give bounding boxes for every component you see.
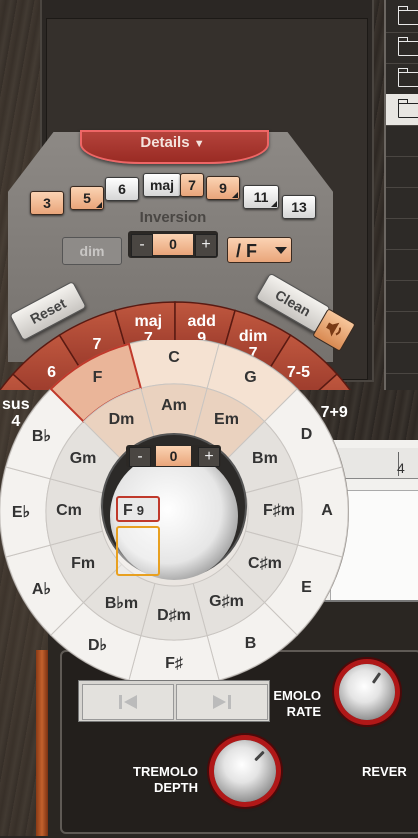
skip-back-icon: [119, 695, 137, 709]
center-increment-button[interactable]: +: [198, 447, 220, 467]
major-key-label: A: [321, 502, 333, 519]
browser-row[interactable]: [386, 280, 418, 312]
minor-key-label: D♯m: [157, 607, 191, 624]
folder-icon: [397, 99, 418, 118]
minor-key-label: Dm: [108, 411, 135, 429]
major-key-label: D: [300, 425, 313, 443]
browser-row[interactable]: [386, 342, 418, 374]
browser-folder-row[interactable]: [386, 63, 418, 95]
major-key-label: B♭: [31, 427, 52, 445]
inversion-value[interactable]: 0: [153, 234, 193, 255]
browser-folder-row[interactable]: [386, 32, 418, 64]
inversion-decrement-button[interactable]: -: [131, 234, 153, 257]
major-key-label: E♭: [11, 504, 31, 521]
browser-folder-row-selected[interactable]: [386, 94, 418, 126]
previous-button[interactable]: [82, 684, 174, 720]
major-key-label: A♭: [31, 580, 52, 598]
center-value[interactable]: 0: [156, 446, 191, 466]
ext-maj-button[interactable]: maj: [143, 173, 181, 197]
chord-slot-target[interactable]: [116, 526, 160, 576]
skip-forward-icon: [213, 695, 231, 709]
minor-key-label: C♯m: [248, 554, 282, 572]
ext-6-button[interactable]: 6: [105, 177, 139, 201]
browser-row[interactable]: [386, 156, 418, 188]
major-key-label: E: [301, 578, 312, 596]
browser-row[interactable]: [386, 311, 418, 343]
chevron-down-icon: [275, 247, 287, 254]
dim-button[interactable]: dim: [62, 237, 122, 265]
ext-13-button[interactable]: 13: [282, 195, 316, 219]
browser-row[interactable]: [386, 187, 418, 219]
ext-3-button[interactable]: 3: [30, 191, 64, 215]
minor-key-label: G♯m: [209, 592, 244, 610]
folder-icon: [397, 6, 418, 25]
caret-down-icon: ▼: [193, 138, 205, 150]
details-toggle-label: Details ▼: [140, 134, 205, 151]
tremolo-rate-label: EMOLO RATE: [273, 688, 321, 719]
tremolo-depth-label: TREMOLO DEPTH: [133, 764, 198, 795]
major-key-label: F♯: [165, 655, 183, 672]
minor-key-label: Fm: [71, 554, 96, 572]
major-key-label: F: [92, 369, 103, 387]
folder-icon: [397, 37, 418, 56]
minor-key-label: Em: [214, 411, 239, 429]
browser-row[interactable]: [386, 249, 418, 281]
minor-key-label: Gm: [69, 449, 97, 467]
center-decrement-button[interactable]: -: [129, 447, 151, 467]
browser-row[interactable]: [386, 218, 418, 250]
browser-folder-row[interactable]: [386, 1, 418, 33]
minor-key-label: Bm: [252, 449, 278, 467]
minor-key-label: Am: [161, 397, 187, 414]
ext-7-button[interactable]: 7: [180, 173, 204, 197]
major-key-label: C: [168, 349, 180, 366]
folder-icon: [397, 68, 418, 87]
ext-9-button[interactable]: 9: [206, 176, 240, 200]
selected-chord-chip[interactable]: F9: [116, 496, 160, 522]
file-browser: [384, 0, 418, 390]
transport-bar: [78, 680, 270, 722]
minor-key-label: B♭m: [104, 594, 139, 612]
next-button[interactable]: [176, 684, 268, 720]
reverb-label: REVER: [362, 764, 407, 779]
major-key-label: B: [244, 634, 257, 652]
minor-key-label: Cm: [56, 502, 82, 519]
minor-key-label: F♯m: [263, 502, 295, 519]
inversion-label: Inversion: [139, 209, 207, 226]
ruler-bar-number: 4: [397, 460, 405, 476]
ext-11-button[interactable]: 11: [243, 185, 279, 209]
ext-5-button[interactable]: 5: [70, 186, 104, 210]
tremolo-depth-knob[interactable]: [214, 740, 276, 802]
major-key-label: G: [244, 369, 257, 387]
major-key-label: D♭: [87, 636, 108, 654]
inversion-increment-button[interactable]: +: [195, 234, 217, 257]
browser-row[interactable]: [386, 125, 418, 157]
